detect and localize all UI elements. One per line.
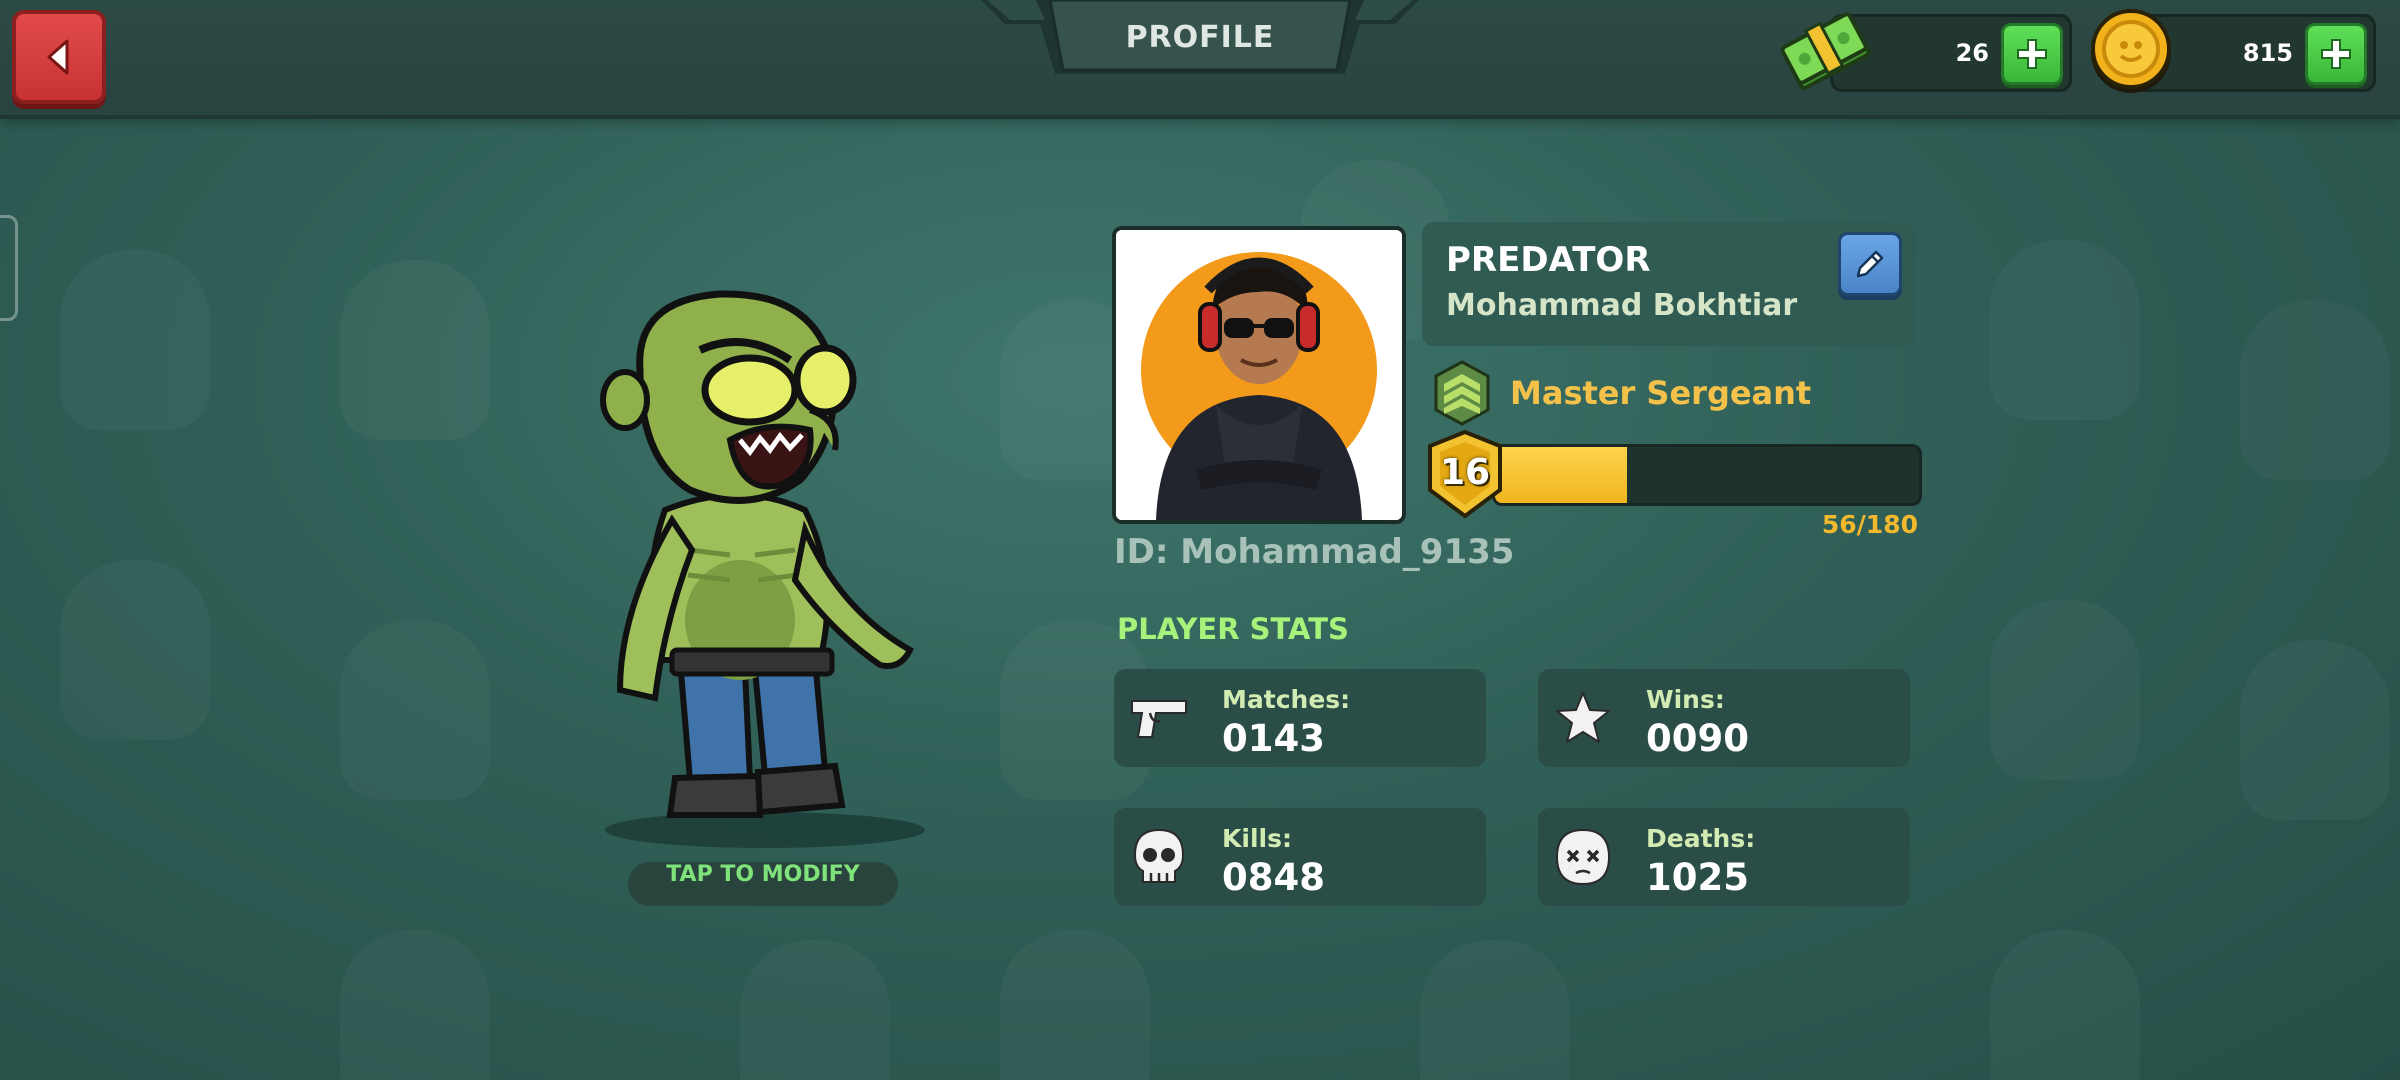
back-button[interactable] <box>12 10 106 104</box>
stat-value: 0090 <box>1646 717 1749 760</box>
profile-photo <box>1116 230 1402 520</box>
rank-chevron-icon <box>1434 360 1490 426</box>
stat-card-matches: Matches: 0143 <box>1114 669 1486 767</box>
player-nickname: PREDATOR <box>1446 240 1651 280</box>
back-arrow-icon <box>47 39 69 75</box>
xp-text: 56/180 <box>1821 510 1918 539</box>
level-badge: 16 <box>1427 429 1503 519</box>
star-icon <box>1556 692 1610 743</box>
stat-card-deaths: Deaths: 1025 <box>1538 808 1910 906</box>
name-card: PREDATOR Mohammad Bokhtiar <box>1422 222 1916 346</box>
page-title: PROFILE <box>1125 20 1275 55</box>
rank-row: Master Sergeant <box>1432 358 1912 426</box>
coin-value: 815 <box>2242 39 2293 67</box>
dead-face-icon <box>1555 828 1611 886</box>
avatar[interactable] <box>1112 226 1406 524</box>
player-full-name: Mohammad Bokhtiar <box>1446 288 1798 323</box>
rank-name: Master Sergeant <box>1510 374 1812 412</box>
tap-to-modify-button[interactable]: TAP TO MODIFY <box>628 862 898 906</box>
top-bar: PROFILE 26 815 <box>0 0 2400 119</box>
title-plate: PROFILE <box>975 0 1425 80</box>
pencil-icon <box>1856 250 1884 278</box>
side-panel-tab[interactable] <box>0 215 18 321</box>
xp-progress-fill <box>1495 447 1627 503</box>
character-preview[interactable] <box>580 280 960 860</box>
cash-bundle-icon <box>1780 12 1871 90</box>
cash-value: 26 <box>1955 39 1989 67</box>
stat-value: 0848 <box>1222 856 1325 899</box>
skull-icon <box>1133 828 1185 883</box>
stat-card-kills: Kills: 0848 <box>1114 808 1486 906</box>
stat-label: Matches: <box>1222 685 1351 714</box>
plus-icon <box>2017 39 2047 69</box>
gold-coin-icon <box>2091 9 2171 93</box>
plus-icon <box>2321 39 2351 69</box>
edit-profile-button[interactable] <box>1838 232 1902 296</box>
pistol-icon <box>1131 700 1187 738</box>
player-id: ID: Mohammad_9135 <box>1114 532 1515 572</box>
stat-value: 1025 <box>1646 856 1749 899</box>
stats-title: PLAYER STATS <box>1117 612 1349 646</box>
xp-progress-bar <box>1492 444 1922 506</box>
add-cash-button[interactable] <box>2001 23 2063 85</box>
stat-value: 0143 <box>1222 717 1325 760</box>
player-level: 16 <box>1439 452 1491 493</box>
zombie-character <box>600 290 925 848</box>
stat-label: Deaths: <box>1646 824 1756 853</box>
stat-label: Wins: <box>1646 685 1725 714</box>
stat-card-wins: Wins: 0090 <box>1538 669 1910 767</box>
stat-label: Kills: <box>1222 824 1292 853</box>
add-coins-button[interactable] <box>2305 23 2367 85</box>
